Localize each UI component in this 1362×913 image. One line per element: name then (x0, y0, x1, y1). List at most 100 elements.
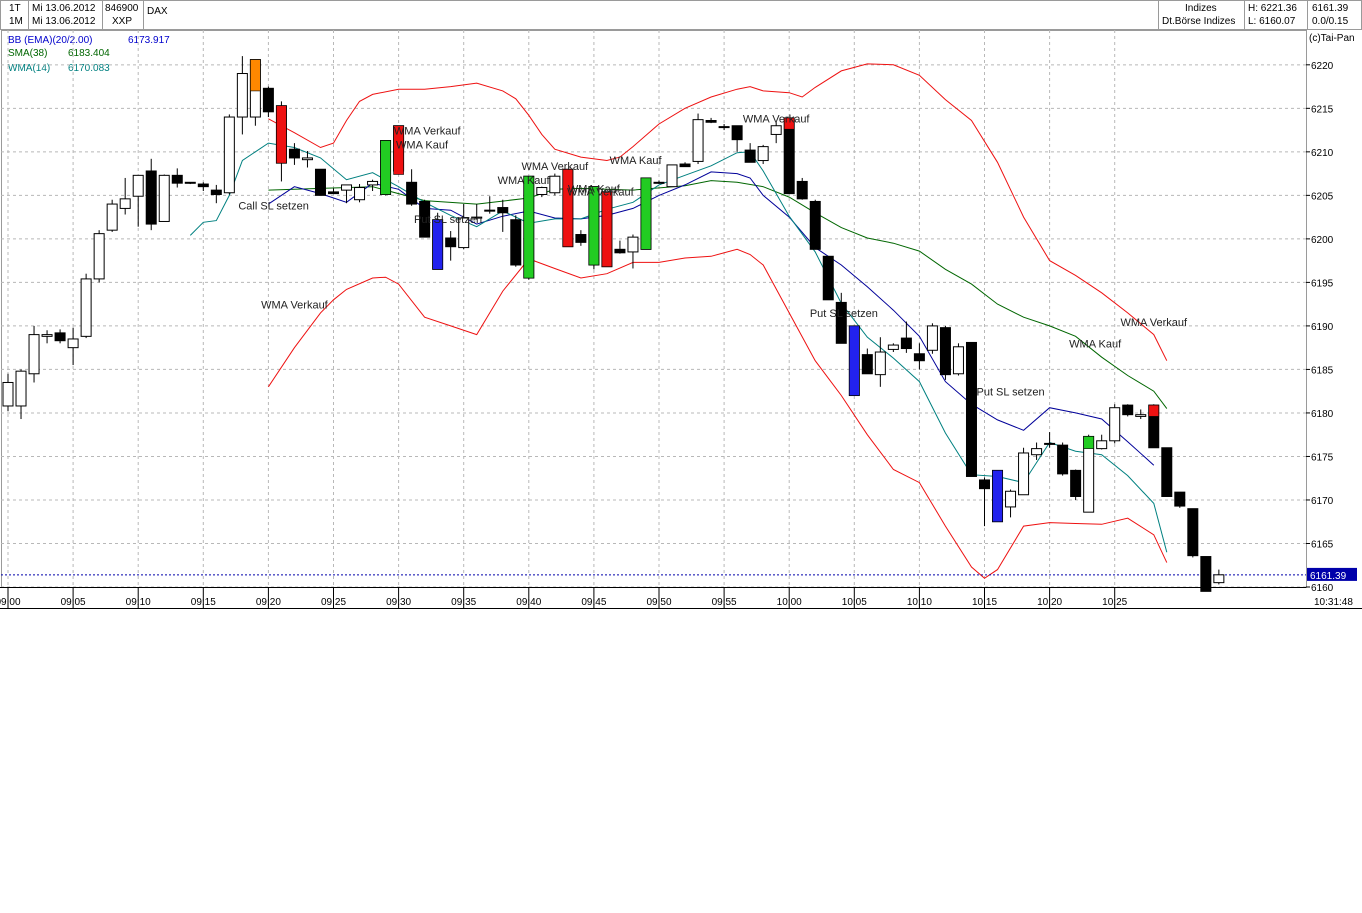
candle-body (510, 219, 522, 266)
signal-mark (1148, 404, 1160, 417)
annotation-label: Put SL setzen (414, 214, 482, 226)
candle-body (770, 125, 782, 135)
candle (939, 325, 951, 380)
candle (106, 199, 118, 232)
candle-body (549, 175, 561, 194)
candle-body (54, 332, 66, 342)
candle-body (1005, 490, 1017, 508)
candle-body (1044, 442, 1056, 445)
candle-body (341, 184, 353, 191)
low-value: L: 6160.07 (1248, 16, 1296, 27)
signal-mark (848, 325, 860, 396)
y-tick-label: 6200 (1311, 235, 1334, 246)
candle-body (67, 338, 79, 349)
candle (510, 215, 522, 267)
legend-value-bb: 6173.917 (128, 35, 170, 46)
candle-body (184, 181, 196, 184)
market-label: Indizes (1185, 3, 1217, 14)
x-tick-label: 10:15 (972, 597, 997, 608)
candlestick-chart[interactable]: 1T 1M Mi 13.06.2012 Mi 13.06.2012 846900… (0, 0, 1362, 908)
candle-body (822, 255, 834, 301)
chart-window: 1T 1M Mi 13.06.2012 Mi 13.06.2012 846900… (0, 0, 1362, 908)
y-tick-label: 6195 (1311, 278, 1334, 289)
candle-body (666, 164, 678, 188)
candle-body (1213, 574, 1225, 584)
annotation-label: WMA Kauf (498, 175, 551, 187)
period-2: 1M (9, 16, 23, 27)
candle-body (80, 278, 92, 337)
candle (992, 469, 1004, 523)
candle-body (965, 341, 977, 477)
security-code: 846900 (105, 3, 139, 14)
legend-label-bb: BB (EMA)(20/2.00) (8, 35, 92, 46)
candle-body (314, 168, 326, 196)
x-tick-label: 09:35 (451, 597, 476, 608)
signal-mark (276, 105, 287, 164)
candle-body (484, 209, 496, 212)
candle-body (445, 237, 457, 248)
candle-body (679, 163, 691, 168)
y-tick-label: 6215 (1311, 104, 1334, 115)
candle (380, 140, 392, 196)
candle (523, 175, 535, 280)
annotation-label: Put SL setzen (976, 387, 1044, 399)
annotation-label: WMA Verkauf (394, 125, 462, 137)
annotation-label: Put SL setzen (810, 308, 878, 320)
candle-body (1096, 440, 1108, 450)
annotation-label: WMA Verkauf (743, 113, 811, 125)
candle-body (692, 119, 704, 162)
candle-body (887, 344, 899, 350)
x-tick-label: 09:50 (646, 597, 671, 608)
candle (965, 341, 977, 477)
candle (848, 325, 860, 397)
candle-body (1031, 448, 1043, 456)
candle (1174, 491, 1186, 508)
y-tick-label: 6205 (1311, 191, 1334, 202)
candle (223, 114, 235, 195)
change-value: 0.0/0.15 (1312, 16, 1349, 27)
candle (601, 191, 613, 268)
exchange-label: Dt.Börse Indizes (1162, 16, 1235, 27)
legend-value-sma: 6183.404 (68, 48, 110, 59)
candle (314, 168, 326, 196)
x-tick-label: 09:00 (0, 597, 21, 608)
candle (80, 273, 92, 339)
candle-body (874, 351, 886, 376)
candle-body (718, 126, 730, 129)
candle-body (809, 200, 821, 250)
last-value: 6161.39 (1312, 3, 1349, 14)
candle (952, 343, 964, 376)
annotation-label: WMA Kauf (1069, 339, 1122, 351)
candle-body (1174, 491, 1186, 507)
signal-mark (523, 175, 535, 279)
candle-body (1018, 452, 1030, 496)
candle-body (1122, 404, 1134, 416)
candle (1148, 404, 1160, 449)
candle (796, 177, 808, 200)
annotation-label: Call SL setzen (238, 200, 309, 212)
candle-body (1200, 556, 1212, 592)
y-tick-label: 6160 (1311, 583, 1334, 594)
x-tick-label: 09:40 (516, 597, 541, 608)
candle-body (536, 187, 548, 195)
candle (1122, 404, 1134, 417)
candle-body (406, 181, 418, 205)
candle (562, 168, 574, 248)
x-tick-label: 10:10 (907, 597, 932, 608)
candle-body (744, 149, 756, 163)
candle-body (627, 236, 639, 253)
annotation-label: WMA Kauf (610, 155, 663, 167)
legend-label-sma: SMA(38) (8, 48, 47, 59)
candle-body (2, 381, 14, 407)
signal-mark (432, 219, 443, 270)
candle-body (1187, 508, 1199, 557)
signal-mark (588, 186, 600, 266)
x-tick-label: 09:45 (581, 597, 606, 608)
candle (926, 323, 938, 354)
candle (1057, 442, 1069, 476)
candle (184, 181, 196, 185)
candle-body (288, 148, 300, 159)
annotation-label: WMA Verkauf (522, 161, 590, 173)
candle-body (15, 370, 27, 407)
candle (822, 255, 834, 301)
